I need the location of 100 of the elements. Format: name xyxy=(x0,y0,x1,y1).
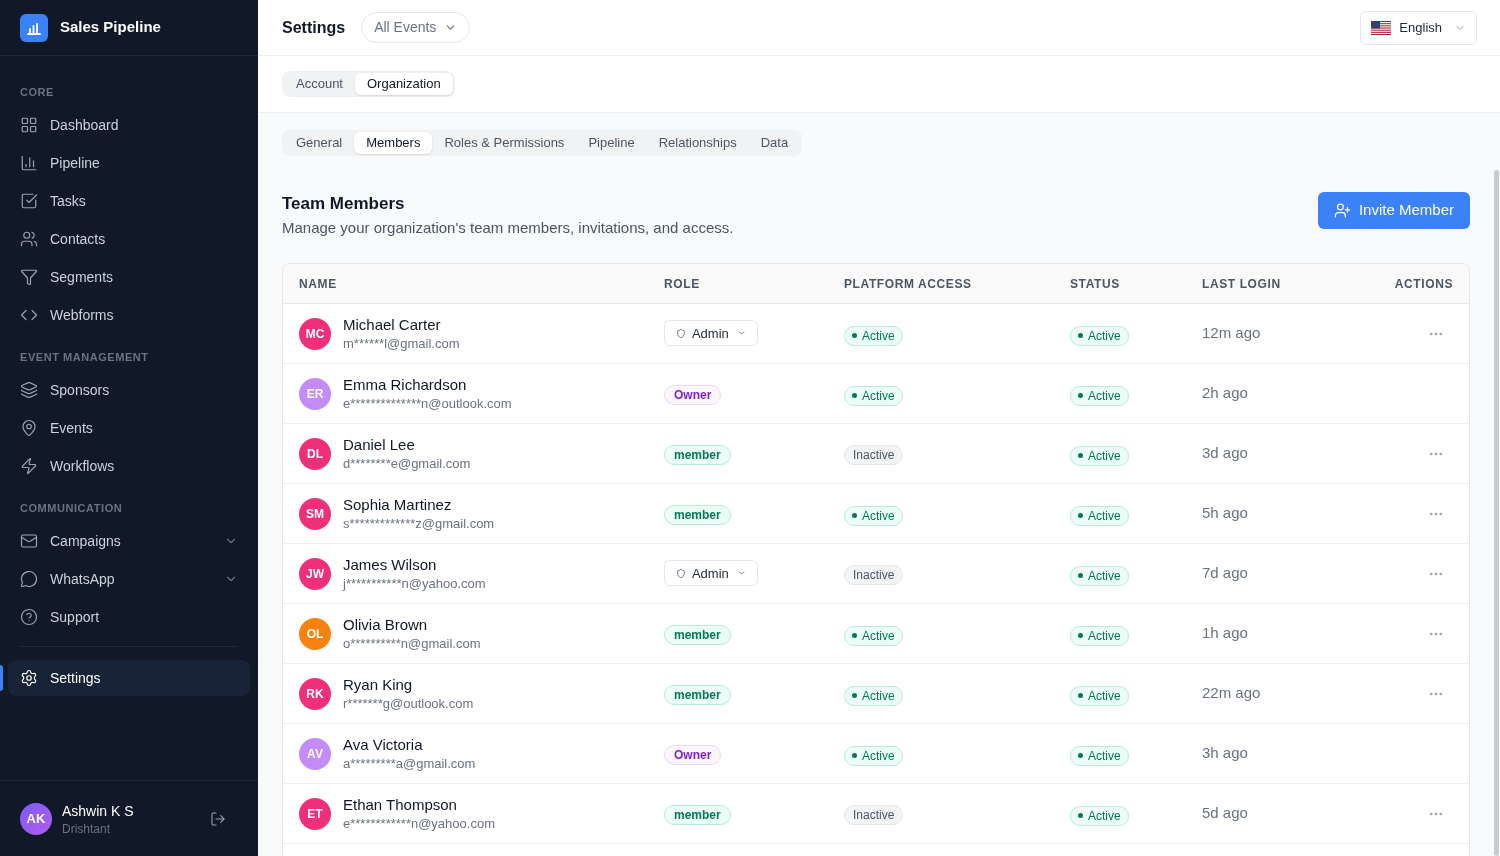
tab[interactable]: Members xyxy=(354,132,433,154)
member-name: James Wilson xyxy=(343,554,438,575)
tab[interactable]: Account xyxy=(284,73,355,95)
role-dropdown[interactable]: Admin xyxy=(664,560,758,587)
access-badge: Active xyxy=(844,745,903,766)
role-dropdown[interactable]: Admin xyxy=(664,320,758,347)
member-email: e**************n@outlook.com xyxy=(343,394,512,413)
avatar: SM xyxy=(299,497,331,530)
status-dot-icon xyxy=(1078,393,1083,399)
section-title: Team Members xyxy=(282,193,406,215)
sidebar-item[interactable]: Sponsors xyxy=(8,371,250,409)
access-badge: Active xyxy=(844,385,903,406)
column-header: ACTIONS xyxy=(1394,275,1453,293)
user-plus-icon xyxy=(1333,202,1351,219)
column-header: STATUS xyxy=(1070,275,1120,293)
status-dot-icon xyxy=(852,693,857,699)
role-badge: Owner xyxy=(664,744,722,765)
member-name: Ethan Thompson xyxy=(343,794,458,815)
member-email: m******l@gmail.com xyxy=(343,334,460,353)
map-pin-icon xyxy=(20,419,38,437)
layers-icon xyxy=(20,381,38,399)
access-badge: Inactive xyxy=(844,804,904,825)
last-login-time: 7d ago xyxy=(1202,563,1248,584)
status-badge: Active xyxy=(1070,445,1129,466)
column-header: ROLE xyxy=(664,275,700,293)
language-dropdown[interactable]: English xyxy=(1360,10,1477,45)
user-subtitle: Drishtant xyxy=(62,820,112,837)
app-name: Sales Pipeline xyxy=(60,17,161,38)
access-badge: Active xyxy=(844,325,903,346)
status-badge: Active xyxy=(1070,325,1129,346)
tab[interactable]: Data xyxy=(748,132,801,154)
member-name: Sophia Martinez xyxy=(343,494,453,515)
user-name: Ashwin K S xyxy=(62,801,134,821)
sidebar-item[interactable]: Events xyxy=(8,409,250,447)
logout-icon[interactable] xyxy=(210,810,226,827)
sidebar-item[interactable]: Webforms xyxy=(8,296,250,334)
tab[interactable]: Organization xyxy=(355,73,453,95)
avatar: MC xyxy=(299,317,331,350)
sidebar-item[interactable]: Contacts xyxy=(8,220,250,258)
status-badge: Active xyxy=(1070,745,1129,766)
tab[interactable]: Pipeline xyxy=(576,132,647,154)
column-header: PLATFORM ACCESS xyxy=(844,275,972,293)
tab[interactable]: Roles & Permissions xyxy=(432,132,577,154)
sidebar-item[interactable]: Settings xyxy=(8,660,250,696)
sidebar-item[interactable]: Support xyxy=(8,598,250,636)
status-badge: Active xyxy=(1070,505,1129,526)
member-email: o**********n@gmail.com xyxy=(343,634,481,653)
role-badge: member xyxy=(664,624,731,645)
avatar: ER xyxy=(299,377,331,410)
user-avatar: AK xyxy=(20,802,52,835)
mail-icon xyxy=(20,532,38,550)
column-header: NAME xyxy=(299,275,337,293)
sidebar-item[interactable]: Pipeline xyxy=(8,144,250,182)
last-login-time: 5d ago xyxy=(1202,803,1248,824)
flag-icon xyxy=(1371,20,1392,35)
last-login-time: 1h ago xyxy=(1202,623,1248,644)
sidebar-item[interactable]: WhatsApp xyxy=(8,560,250,598)
member-name: Ryan King xyxy=(343,674,414,695)
last-login-time: 2h ago xyxy=(1202,383,1248,404)
status-dot-icon xyxy=(1078,633,1083,639)
avatar: ET xyxy=(299,797,331,830)
section-heading: EVENT MANAGEMENT xyxy=(19,350,150,365)
invite-member-button[interactable]: Invite Member xyxy=(1317,192,1470,229)
status-dot-icon xyxy=(852,333,857,339)
status-dot-icon xyxy=(1078,573,1083,579)
status-dot-icon xyxy=(1078,813,1083,819)
help-icon xyxy=(20,608,38,626)
status-dot-icon xyxy=(1078,753,1083,759)
role-badge: member xyxy=(664,444,731,465)
tab[interactable]: General xyxy=(284,132,355,154)
scrollbar[interactable] xyxy=(1494,170,1499,856)
tab[interactable]: Relationships xyxy=(646,132,749,154)
shield-icon xyxy=(676,326,686,340)
page-title: Settings xyxy=(282,17,346,38)
avatar: AV xyxy=(299,737,331,770)
check-square-icon xyxy=(20,192,38,210)
sidebar-item[interactable]: Tasks xyxy=(8,182,250,220)
status-badge: Active xyxy=(1070,805,1129,826)
status-dot-icon xyxy=(1078,693,1083,699)
access-badge: Active xyxy=(844,625,903,646)
status-badge: Active xyxy=(1070,625,1129,646)
sidebar-item[interactable]: Campaigns xyxy=(8,522,250,560)
status-dot-icon xyxy=(1078,453,1083,459)
member-name: Ava Victoria xyxy=(343,734,424,755)
status-dot-icon xyxy=(1078,333,1083,339)
sidebar-item[interactable]: Workflows xyxy=(8,447,250,485)
sidebar-item[interactable]: Dashboard xyxy=(8,106,250,144)
status-dot-icon xyxy=(1078,513,1083,519)
access-badge: Active xyxy=(844,685,903,706)
role-badge: member xyxy=(664,684,731,705)
status-badge: Active xyxy=(1070,685,1129,706)
column-header: LAST LOGIN xyxy=(1202,275,1281,293)
member-email: r*******g@outlook.com xyxy=(343,694,474,713)
member-name: Michael Carter xyxy=(343,314,442,335)
access-badge: Inactive xyxy=(844,444,904,465)
grid-icon xyxy=(20,116,38,134)
member-email: j***********n@yahoo.com xyxy=(343,574,486,593)
status-dot-icon xyxy=(852,513,857,519)
sidebar-item[interactable]: Segments xyxy=(8,258,250,296)
last-login-time: 3d ago xyxy=(1202,443,1248,464)
